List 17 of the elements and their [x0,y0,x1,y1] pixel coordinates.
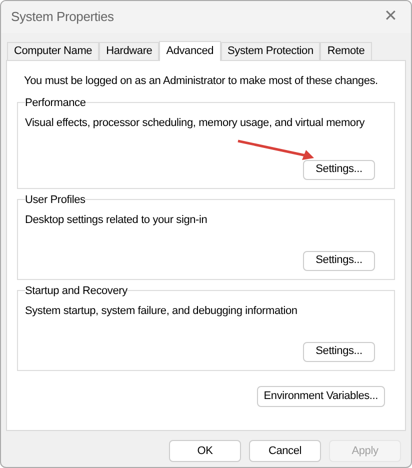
group-description: Desktop settings related to your sign-in [25,213,208,228]
tab[interactable]: Computer Name [7,42,100,60]
close-button[interactable]: ✕ [380,5,401,29]
dialog-button[interactable]: Cancel [249,440,321,462]
settings-button[interactable]: Settings... [303,250,375,270]
settings-button[interactable]: Settings... [303,160,375,180]
tab[interactable]: Remote [320,42,372,60]
tab[interactable]: Hardware [99,42,160,60]
window-title: System Properties [11,8,114,26]
group-description: System startup, system failure, and debugging information [25,304,298,319]
dialog-button[interactable]: OK [169,440,241,462]
tab[interactable]: Advanced [159,41,221,61]
settings-button[interactable]: Settings... [303,342,375,362]
tab[interactable]: System Protection [220,42,320,60]
group-description: Visual effects, processor scheduling, memory usage, and virtual memory [25,116,366,131]
notice-text: You must be logged on as an Administrator to make most of these changes. [24,74,379,89]
environment-variables-button[interactable]: Environment Variables... [256,386,385,406]
